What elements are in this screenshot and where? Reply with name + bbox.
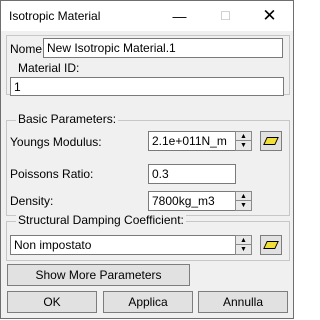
youngs-modulus-spinner[interactable]: ▲ ▼ <box>235 131 252 151</box>
window-title: Isotropic Material <box>9 9 101 23</box>
youngs-modulus-eraser-button[interactable] <box>260 131 282 151</box>
minimize-button[interactable]: — <box>157 1 202 31</box>
eraser-icon <box>263 241 279 249</box>
density-label: Density: <box>10 194 54 208</box>
spin-down-icon[interactable]: ▼ <box>236 201 251 210</box>
ok-button[interactable]: OK <box>7 291 97 313</box>
maximize-button: ☐ <box>220 9 231 23</box>
density-field[interactable]: 7800kg_m3 <box>148 191 236 211</box>
structural-damping-eraser-button[interactable] <box>260 235 282 255</box>
apply-button[interactable]: Applica <box>103 291 193 313</box>
poissons-ratio-label: Poissons Ratio: <box>10 167 94 181</box>
structural-damping-spinner[interactable]: ▲ ▼ <box>235 235 252 255</box>
show-more-parameters-button[interactable]: Show More Parameters <box>7 264 190 286</box>
nome-label: Nome <box>10 42 43 56</box>
title-bar[interactable]: Isotropic Material — ☐ ✕ <box>1 1 293 31</box>
material-id-title: Material ID: <box>16 61 82 75</box>
close-button[interactable]: ✕ <box>247 1 292 31</box>
spin-down-icon[interactable]: ▼ <box>236 141 251 150</box>
eraser-icon <box>263 137 279 145</box>
structural-damping-field[interactable]: Non impostato <box>10 235 236 255</box>
spin-down-icon[interactable]: ▼ <box>236 245 251 254</box>
spin-up-icon[interactable]: ▲ <box>236 236 251 245</box>
isotropic-material-dialog: Isotropic Material — ☐ ✕ Nome New Isotro… <box>0 0 294 319</box>
poissons-ratio-field[interactable]: 0.3 <box>148 164 236 184</box>
material-id-field[interactable]: 1 <box>10 77 284 96</box>
basic-parameters-title: Basic Parameters: <box>16 112 119 126</box>
cancel-button[interactable]: Annulla <box>198 291 288 313</box>
spin-up-icon[interactable]: ▲ <box>236 132 251 141</box>
youngs-modulus-field[interactable]: 2.1e+011N_m <box>148 131 236 151</box>
structural-damping-title: Structural Damping Coefficient: <box>16 213 186 227</box>
spin-up-icon[interactable]: ▲ <box>236 192 251 201</box>
density-spinner[interactable]: ▲ ▼ <box>235 191 252 211</box>
youngs-modulus-label: Youngs Modulus: <box>10 135 102 149</box>
nome-field[interactable]: New Isotropic Material.1 <box>43 38 283 58</box>
